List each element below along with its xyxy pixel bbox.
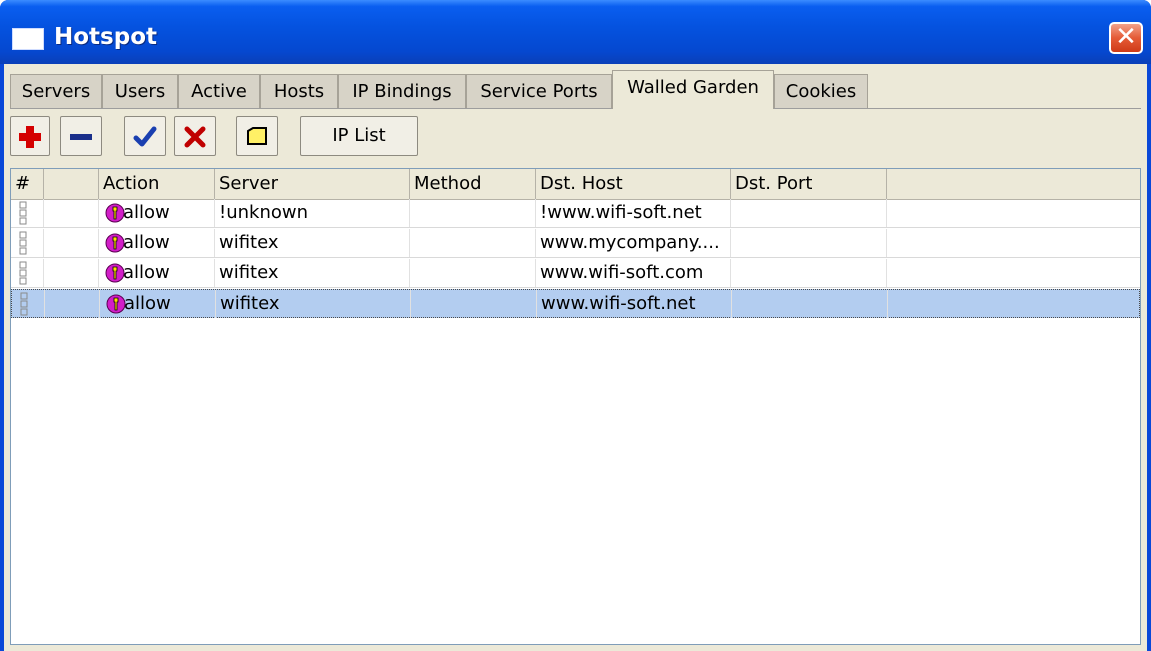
row-server-cell: wifitex bbox=[215, 259, 410, 287]
row-server-cell: wifitex bbox=[215, 229, 410, 257]
row-number-cell bbox=[11, 259, 44, 287]
add-button[interactable] bbox=[10, 116, 50, 156]
disable-button[interactable] bbox=[174, 116, 216, 156]
tab-service-ports[interactable]: Service Ports bbox=[466, 74, 612, 108]
row-dst-port-cell bbox=[731, 229, 887, 257]
row-number-cell bbox=[11, 229, 44, 257]
row-dst-port-cell bbox=[731, 199, 887, 227]
row-flags-cell bbox=[44, 259, 99, 287]
row-dst-host-cell: !www.wifi-soft.net bbox=[536, 199, 731, 227]
row-action-cell: allow bbox=[99, 199, 215, 227]
allow-icon bbox=[105, 263, 125, 283]
row-dst-host-cell: www.wifi-soft.com bbox=[536, 259, 731, 287]
row-number-cell bbox=[12, 290, 45, 318]
column-header-dst-port[interactable]: Dst. Port bbox=[731, 169, 887, 199]
toolbar: IP List bbox=[10, 116, 1141, 160]
row-action-label: allow bbox=[123, 262, 170, 283]
window-title: Hotspot bbox=[54, 24, 157, 50]
tab-cookies[interactable]: Cookies bbox=[774, 74, 868, 108]
allow-icon bbox=[105, 203, 125, 223]
check-icon bbox=[133, 126, 157, 147]
hotspot-window: Hotspot ✕ Servers Users Active Hosts IP … bbox=[0, 0, 1151, 651]
tab-hosts[interactable]: Hosts bbox=[260, 74, 338, 108]
row-server-cell: !unknown bbox=[215, 199, 410, 227]
table-row[interactable]: allow !unknown !www.wifi-soft.net bbox=[11, 199, 1140, 228]
walled-garden-table: # Action Server Method Dst. Host Dst. Po… bbox=[10, 168, 1141, 645]
allow-icon bbox=[105, 233, 125, 253]
drag-handle-icon[interactable] bbox=[17, 261, 29, 285]
row-dst-host-cell: www.wifi-soft.net bbox=[537, 290, 732, 318]
ip-list-button[interactable]: IP List bbox=[300, 116, 418, 156]
plus-icon bbox=[19, 126, 41, 148]
table-row[interactable]: allow wifitex www.wifi-soft.com bbox=[11, 259, 1140, 288]
row-flags-cell bbox=[44, 229, 99, 257]
allow-icon bbox=[106, 294, 126, 314]
row-dst-port-cell bbox=[732, 290, 888, 318]
row-flags-cell bbox=[45, 290, 100, 318]
row-action-label: allow bbox=[123, 202, 170, 223]
close-button[interactable]: ✕ bbox=[1109, 22, 1143, 54]
x-icon bbox=[184, 126, 206, 148]
tab-walled-garden[interactable]: Walled Garden bbox=[612, 70, 774, 109]
drag-handle-icon[interactable] bbox=[17, 201, 29, 225]
row-action-label: allow bbox=[123, 232, 170, 253]
row-action-label: allow bbox=[124, 293, 171, 314]
column-header-flags[interactable] bbox=[44, 169, 99, 199]
note-icon bbox=[247, 127, 267, 145]
column-header-server[interactable]: Server bbox=[215, 169, 410, 199]
row-flags-cell bbox=[44, 199, 99, 227]
table-header: # Action Server Method Dst. Host Dst. Po… bbox=[11, 169, 1140, 200]
tab-ip-bindings[interactable]: IP Bindings bbox=[338, 74, 466, 108]
row-filler-cell bbox=[888, 290, 1140, 318]
tab-users[interactable]: Users bbox=[102, 74, 178, 108]
row-number-cell bbox=[11, 199, 44, 227]
column-header-action[interactable]: Action bbox=[99, 169, 215, 199]
row-action-cell: allow bbox=[99, 259, 215, 287]
row-server-cell: wifitex bbox=[216, 290, 411, 318]
table-row[interactable]: allow wifitex www.wifi-soft.net bbox=[11, 289, 1140, 318]
row-method-cell bbox=[411, 290, 537, 318]
column-header-method[interactable]: Method bbox=[410, 169, 536, 199]
row-action-cell: allow bbox=[99, 229, 215, 257]
column-header-dst-host[interactable]: Dst. Host bbox=[536, 169, 731, 199]
row-method-cell bbox=[410, 199, 536, 227]
table-row[interactable]: allow wifitex www.mycompany.... bbox=[11, 229, 1140, 258]
row-method-cell bbox=[410, 259, 536, 287]
tab-active[interactable]: Active bbox=[178, 74, 260, 108]
minus-icon bbox=[70, 134, 92, 140]
tab-servers[interactable]: Servers bbox=[10, 74, 102, 108]
title-bar[interactable]: Hotspot ✕ bbox=[0, 0, 1151, 64]
row-filler-cell bbox=[887, 229, 1140, 257]
row-dst-port-cell bbox=[731, 259, 887, 287]
tab-strip: Servers Users Active Hosts IP Bindings S… bbox=[10, 70, 1141, 109]
window-icon bbox=[12, 28, 44, 50]
row-filler-cell bbox=[887, 259, 1140, 287]
comment-button[interactable] bbox=[236, 116, 278, 156]
drag-handle-icon[interactable] bbox=[18, 292, 30, 316]
drag-handle-icon[interactable] bbox=[17, 231, 29, 255]
column-header-number[interactable]: # bbox=[11, 169, 44, 199]
remove-button[interactable] bbox=[60, 116, 102, 156]
enable-button[interactable] bbox=[124, 116, 166, 156]
row-action-cell: allow bbox=[100, 290, 216, 318]
row-dst-host-cell: www.mycompany.... bbox=[536, 229, 731, 257]
window-client-area: Servers Users Active Hosts IP Bindings S… bbox=[4, 64, 1147, 651]
row-method-cell bbox=[410, 229, 536, 257]
row-filler-cell bbox=[887, 199, 1140, 227]
